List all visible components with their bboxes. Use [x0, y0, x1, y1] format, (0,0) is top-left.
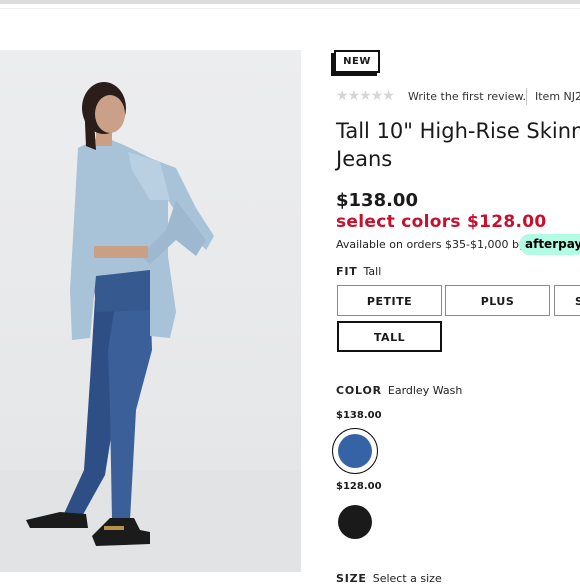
afterpay-logo[interactable]: afterpay: [519, 234, 580, 255]
promo-price: select colors $128.00: [336, 212, 547, 232]
swatch-group-price: $128.00: [336, 481, 382, 492]
afterpay-label: afterpay: [525, 237, 580, 251]
color-heading: COLOR: [336, 384, 382, 397]
product-image[interactable]: [0, 50, 301, 572]
product-title: Tall 10" High-Rise Skinny Jeans: [336, 119, 580, 171]
fit-selected: Tall: [363, 265, 382, 278]
star-icon: ★: [347, 88, 361, 104]
meta-divider: [526, 88, 527, 105]
star-icon: ★: [382, 88, 395, 104]
page-top-border: [0, 0, 580, 4]
size-placeholder: Select a size: [372, 572, 442, 585]
size-heading: SIZE: [336, 572, 367, 585]
size-label[interactable]: SIZE Select a size: [336, 572, 442, 585]
star-icon: ★: [359, 88, 372, 104]
write-review-link[interactable]: Write the first review.: [408, 90, 526, 103]
fit-heading: FIT: [336, 265, 358, 278]
fit-option-s[interactable]: S: [554, 285, 580, 316]
payment-availability: Available on orders $35-$1,000 by: [336, 238, 526, 251]
header-divider: [0, 8, 580, 9]
rating-stars[interactable]: ★★★★★: [336, 88, 395, 104]
fit-label: FIT Tall: [336, 265, 381, 278]
fit-option-tall[interactable]: TALL: [337, 321, 442, 352]
swatch-group-price: $138.00: [336, 410, 382, 421]
color-swatch-eardley-wash[interactable]: [338, 434, 372, 468]
color-selected: Eardley Wash: [387, 384, 463, 397]
new-badge: NEW: [334, 50, 380, 73]
fit-option-plus[interactable]: PLUS: [445, 285, 550, 316]
color-swatch-black[interactable]: [338, 505, 372, 539]
fit-option-petite[interactable]: PETITE: [337, 285, 442, 316]
star-icon: ★: [336, 88, 349, 104]
item-number: Item NJ27: [535, 90, 580, 103]
color-label: COLOR Eardley Wash: [336, 384, 462, 397]
product-price: $138.00: [336, 190, 418, 211]
star-icon: ★: [370, 88, 384, 104]
